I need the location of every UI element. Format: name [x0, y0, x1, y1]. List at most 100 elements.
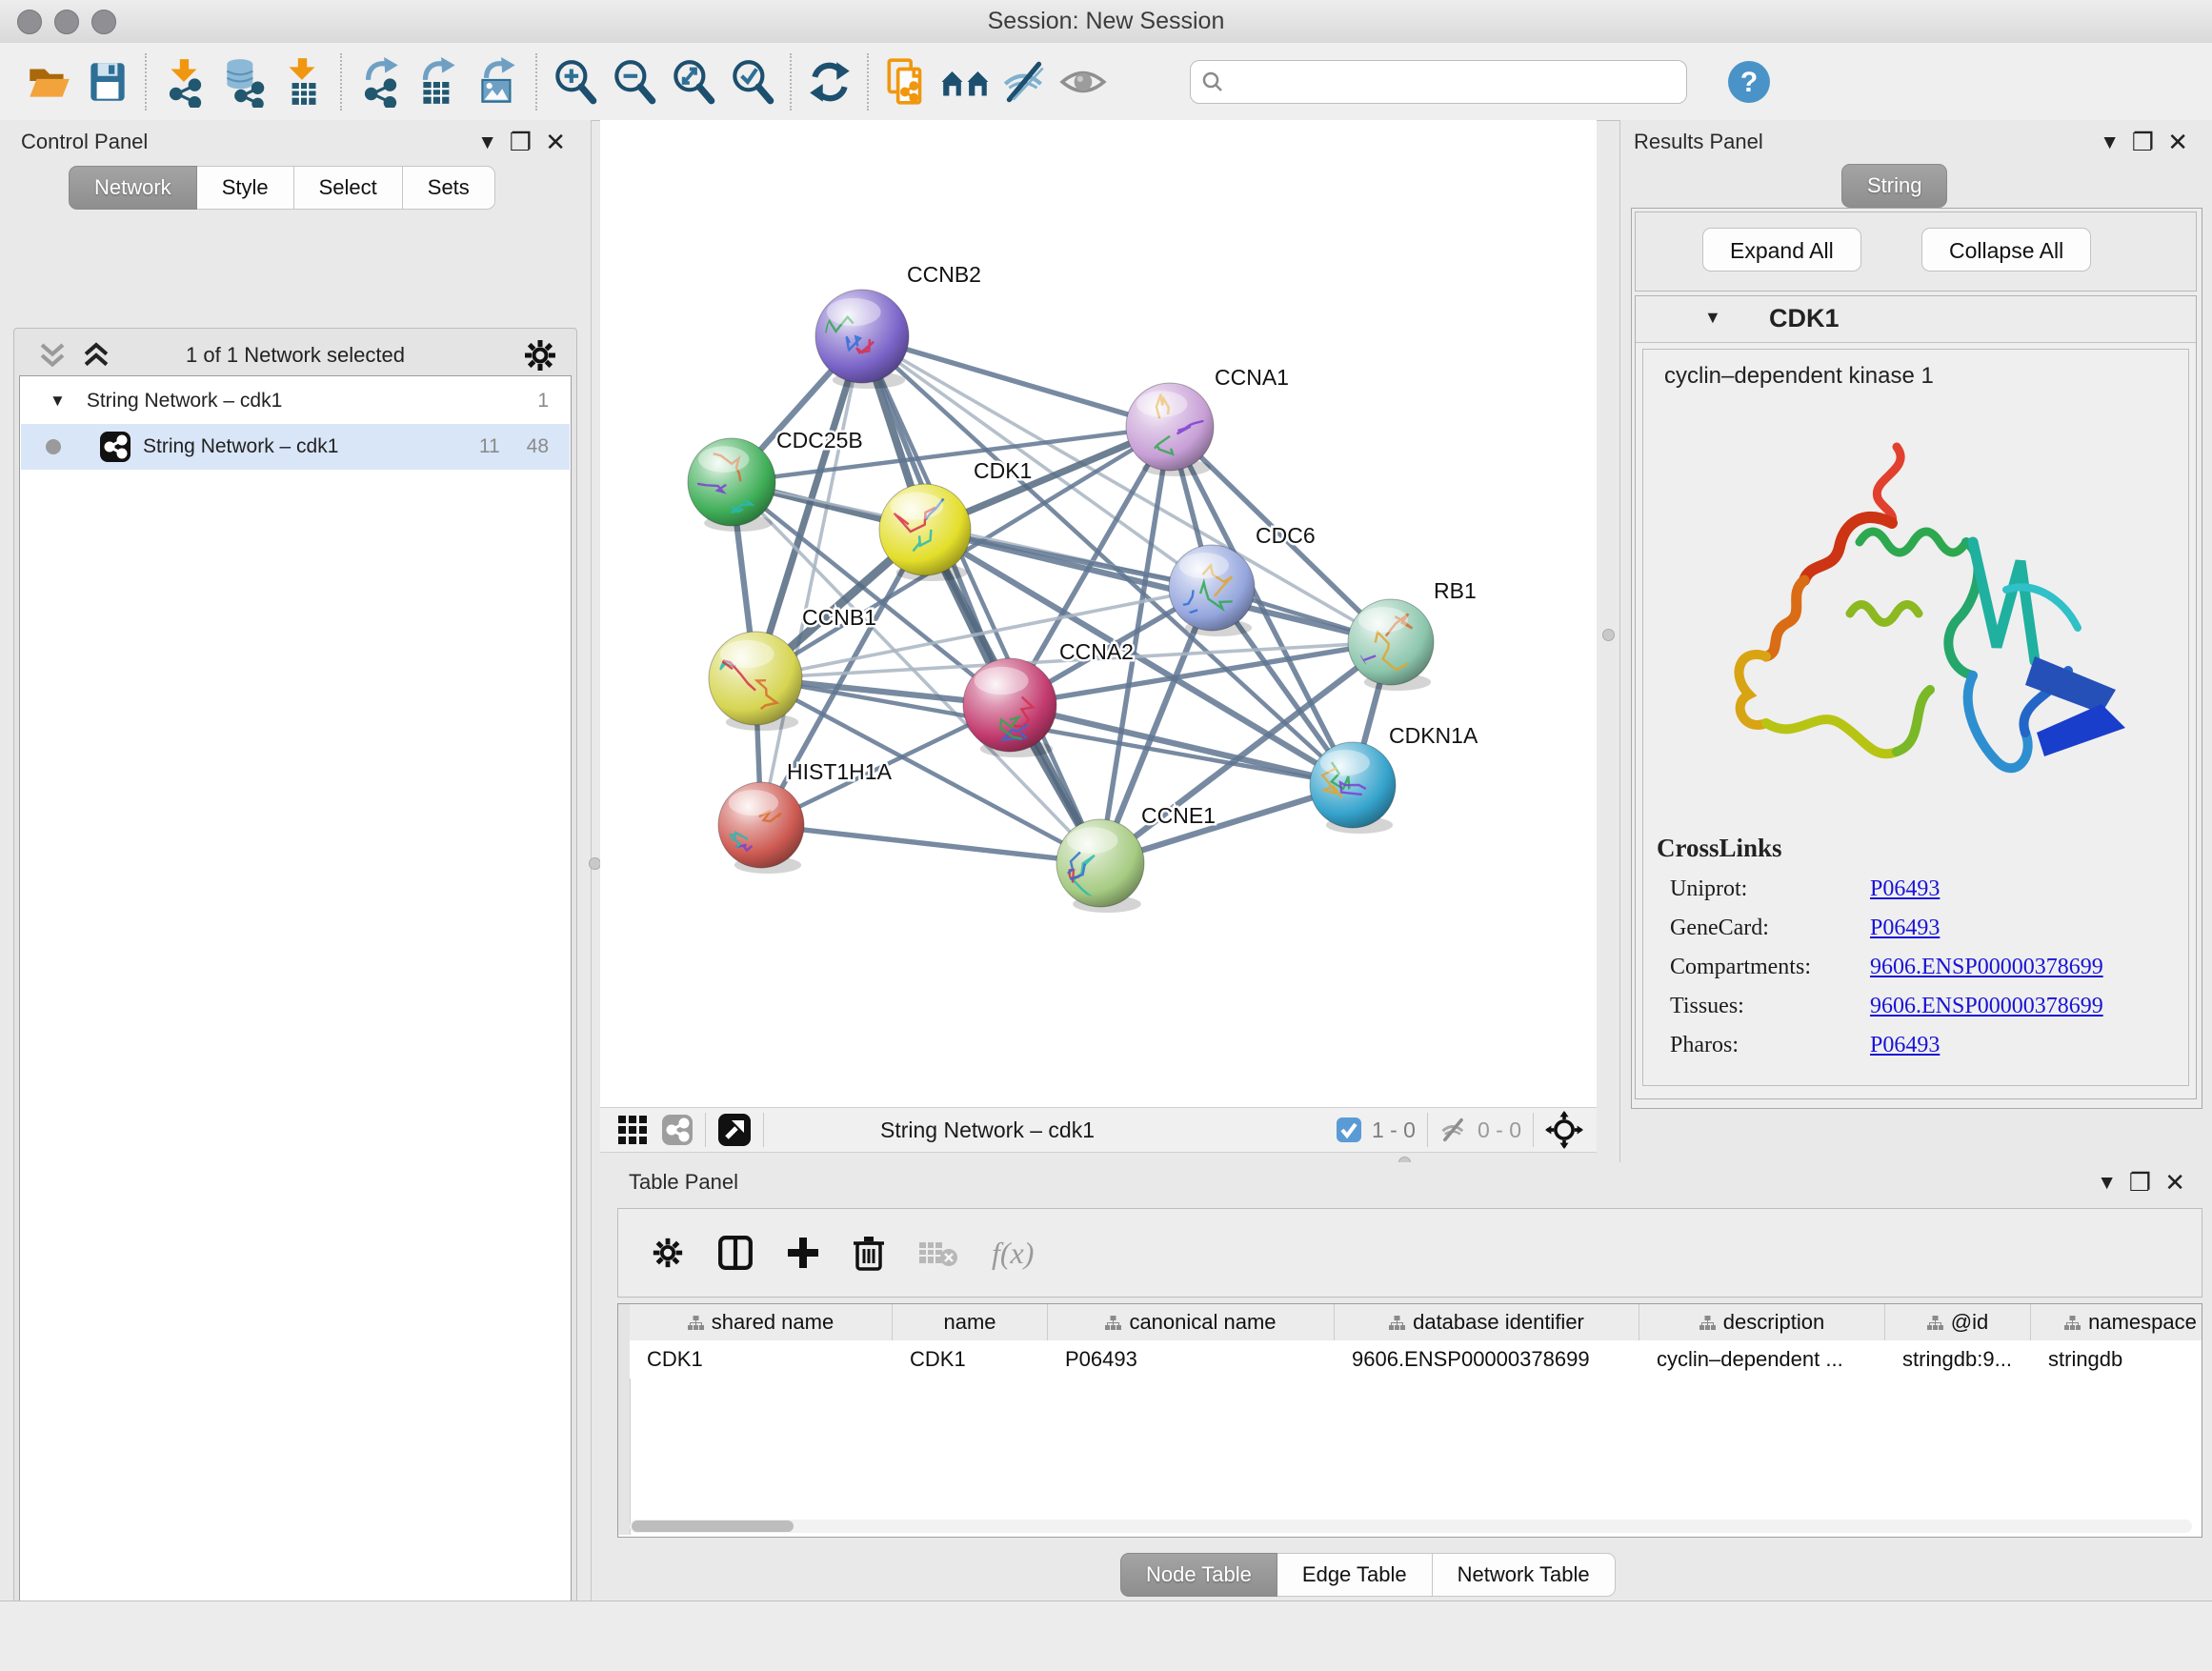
expand-all-button[interactable]: Expand All [1702, 228, 1861, 272]
network-collection-row[interactable]: ▼ String Network – cdk1 1 [21, 378, 570, 424]
control-panel-close-icon[interactable]: ✕ [545, 128, 566, 157]
node-CDC6[interactable] [1169, 545, 1255, 636]
export-image-button[interactable] [469, 52, 528, 111]
control-panel-menu-icon[interactable]: ▼ [477, 131, 497, 154]
protein-collapse-icon[interactable]: ▼ [1704, 308, 1721, 328]
tab-string[interactable]: String [1841, 164, 1947, 208]
open-session-button[interactable] [19, 52, 78, 111]
table-row[interactable]: CDK1CDK1P064939606.ENSP00000378699cyclin… [630, 1340, 2202, 1379]
tab-network[interactable]: Network [69, 166, 197, 210]
network-canvas[interactable]: CCNB2CCNA1CDC25BCDK1CDC6RB1CCNB1CCNA2CDK… [600, 120, 1597, 1107]
table-options-gear-icon[interactable] [651, 1236, 685, 1270]
collapse-all-button[interactable]: Collapse All [1921, 228, 2091, 272]
column-header-namespace[interactable]: namespace [2031, 1304, 2202, 1340]
save-session-button[interactable] [78, 52, 137, 111]
table-cell[interactable]: cyclin–dependent ... [1639, 1340, 1885, 1379]
protein-section-header[interactable]: ▼ CDK1 [1636, 296, 2196, 343]
duplicate-network-button[interactable] [877, 52, 936, 111]
zoom-fit-button[interactable] [664, 52, 723, 111]
column-header-id[interactable]: @id [1885, 1304, 2031, 1340]
import-network-database-button[interactable] [214, 52, 273, 111]
zoom-in-button[interactable] [546, 52, 605, 111]
crosslinks-heading: CrossLinks [1657, 834, 2188, 863]
table-cell[interactable]: stringdb [2031, 1340, 2202, 1379]
pan-crosshair-icon[interactable] [1545, 1111, 1583, 1149]
birds-eye-view-icon[interactable] [717, 1113, 752, 1147]
table-panel-float-icon[interactable]: ❐ [2129, 1168, 2151, 1198]
show-all-button[interactable] [1055, 52, 1114, 111]
table-cell[interactable]: stringdb:9... [1885, 1340, 2031, 1379]
first-neighbors-button[interactable] [936, 52, 995, 111]
table-cell[interactable]: 9606.ENSP00000378699 [1335, 1340, 1639, 1379]
import-table-button[interactable] [273, 52, 332, 111]
collection-expand-icon[interactable]: ▼ [50, 392, 66, 411]
string-network-badge-icon[interactable] [661, 1114, 694, 1146]
refresh-view-button[interactable] [800, 52, 859, 111]
node-CCNB1[interactable] [709, 632, 802, 731]
results-panel-menu-icon[interactable]: ▼ [2100, 131, 2120, 154]
results-panel-float-icon[interactable]: ❐ [2132, 128, 2154, 157]
crosslink-link[interactable]: P06493 [1870, 876, 1940, 902]
import-table-icon [277, 56, 329, 108]
control-panel-float-icon[interactable]: ❐ [510, 128, 532, 157]
help-button[interactable]: ? [1719, 52, 1779, 111]
node-CDC25B[interactable] [688, 438, 775, 532]
column-header-database-identifier[interactable]: database identifier [1335, 1304, 1639, 1340]
node-RB1[interactable] [1342, 599, 1435, 691]
crosslink-link[interactable]: P06493 [1870, 1033, 1940, 1058]
crosslink-link[interactable]: P06493 [1870, 916, 1940, 941]
node-CCNE1[interactable] [1056, 819, 1144, 913]
hidden-eye-slash-icon [1439, 1116, 1468, 1144]
search-input[interactable] [1225, 70, 1648, 94]
node-label-CCNB1: CCNB1 [802, 605, 876, 630]
node-CDK1[interactable] [879, 480, 971, 581]
scrollbar-thumb[interactable] [632, 1520, 794, 1532]
search-field[interactable] [1190, 60, 1687, 104]
table-toolbar: f(x) [617, 1208, 2202, 1298]
zoom-out-button[interactable] [605, 52, 664, 111]
zoom-selected-button[interactable] [723, 52, 782, 111]
table-panel-close-icon[interactable]: ✕ [2164, 1168, 2185, 1198]
tab-network-table[interactable]: Network Table [1433, 1553, 1616, 1597]
edge-CCNB2-HIST1H1A[interactable] [761, 336, 862, 825]
grid-view-icon[interactable] [617, 1115, 648, 1145]
network-row[interactable]: String Network – cdk1 11 48 [21, 424, 570, 470]
node-CCNA1[interactable] [1126, 383, 1214, 476]
table-cell[interactable]: CDK1 [630, 1340, 893, 1379]
column-header-name[interactable]: name [893, 1304, 1048, 1340]
tab-node-table[interactable]: Node Table [1120, 1553, 1277, 1597]
table-cell[interactable]: P06493 [1048, 1340, 1335, 1379]
export-table-button[interactable] [410, 52, 469, 111]
tab-style[interactable]: Style [197, 166, 294, 210]
crosslink-link[interactable]: 9606.ENSP00000378699 [1870, 994, 2103, 1019]
edge-CCNB2-CCNE1[interactable] [862, 336, 1100, 863]
table-cell[interactable]: CDK1 [893, 1340, 1048, 1379]
selected-checkbox-icon [1336, 1117, 1362, 1143]
network-options-gear-icon[interactable] [522, 337, 558, 373]
export-network-button[interactable] [351, 52, 410, 111]
tab-edge-table[interactable]: Edge Table [1277, 1553, 1433, 1597]
node-HIST1H1A[interactable] [718, 782, 804, 874]
table-horizontal-scrollbar[interactable] [630, 1520, 2192, 1533]
show-column-icon[interactable] [717, 1235, 754, 1271]
results-panel-tabs: String [1841, 164, 1947, 208]
edge-CCNB2-CCNA1[interactable] [862, 336, 1170, 427]
tab-sets[interactable]: Sets [403, 166, 495, 210]
node-CDKN1A[interactable] [1310, 742, 1396, 834]
create-column-icon[interactable] [786, 1236, 820, 1270]
tab-select[interactable]: Select [294, 166, 403, 210]
right-splitter-grip[interactable] [1602, 629, 1615, 641]
column-header-canonical-name[interactable]: canonical name [1048, 1304, 1335, 1340]
results-panel-close-icon[interactable]: ✕ [2167, 128, 2188, 157]
node-label-CCNE1: CCNE1 [1141, 803, 1216, 828]
table-panel-menu-icon[interactable]: ▼ [2097, 1172, 2117, 1195]
hide-selected-button[interactable] [995, 52, 1055, 111]
node-CCNA2[interactable] [963, 658, 1056, 757]
column-header-shared-name[interactable]: shared name [630, 1304, 893, 1340]
column-header-description[interactable]: description [1639, 1304, 1885, 1340]
duplicate-documents-icon [881, 56, 933, 108]
import-network-file-button[interactable] [155, 52, 214, 111]
delete-column-icon[interactable] [853, 1235, 885, 1271]
crosslink-link[interactable]: 9606.ENSP00000378699 [1870, 955, 2103, 980]
edge-HIST1H1A-CCNE1[interactable] [761, 825, 1100, 863]
